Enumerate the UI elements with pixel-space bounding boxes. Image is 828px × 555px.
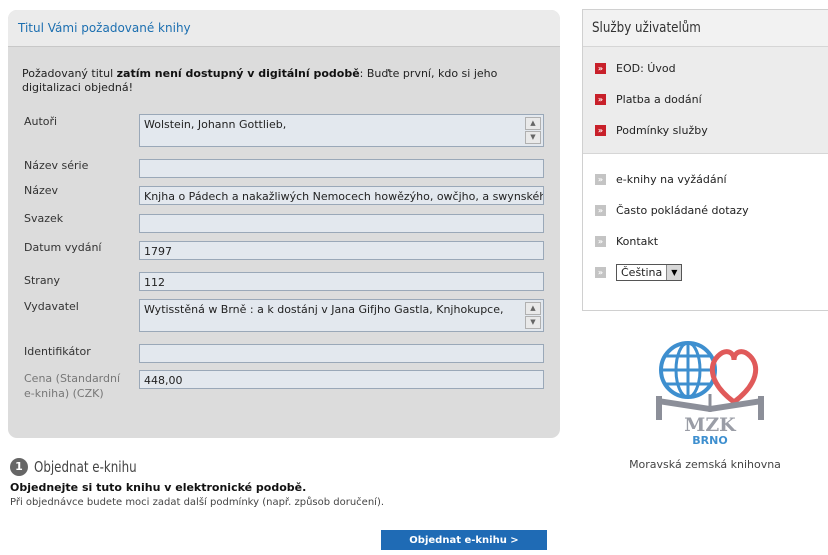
sidebar-item-payment[interactable]: » Platba a dodání xyxy=(583,84,828,115)
sidebar-item-faq[interactable]: » Často pokládané dotazy xyxy=(583,195,828,226)
sidebar-title: Služby uživatelům xyxy=(583,10,828,47)
sidebar-item-ebooks-on-demand[interactable]: » e-knihy na vyžádání xyxy=(583,164,828,195)
price-label: Cena (Standardní e-kniha) (CZK) xyxy=(24,372,121,400)
grey-arrow-icon: » xyxy=(595,174,606,185)
book-detail-panel: Titul Vámi požadované knihy Požadovaný t… xyxy=(8,10,560,438)
scroll-up-icon[interactable]: ▲ xyxy=(525,117,541,130)
notice-bold: zatím není dostupný v digitální podobě xyxy=(116,67,360,80)
sidebar-item-label: EOD: Úvod xyxy=(616,62,676,75)
red-arrow-icon: » xyxy=(595,63,606,74)
sidebar-item-label: Podmínky služby xyxy=(616,124,708,137)
red-arrow-icon: » xyxy=(595,125,606,136)
grey-arrow-icon: » xyxy=(595,267,606,278)
heart-icon xyxy=(709,349,759,406)
grey-arrow-icon: » xyxy=(595,236,606,247)
scroll-down-icon[interactable]: ▼ xyxy=(525,316,541,329)
red-arrow-icon: » xyxy=(595,94,606,105)
volume-field[interactable] xyxy=(139,214,544,233)
sidebar-secondary-group: » e-knihy na vyžádání » Často pokládané … xyxy=(583,154,828,288)
notice-prefix: Požadovaný titul xyxy=(22,67,117,80)
chevron-down-icon[interactable]: ▼ xyxy=(666,265,682,280)
sidebar-item-contact[interactable]: » Kontakt xyxy=(583,226,828,257)
authors-label: Autoři xyxy=(24,115,58,128)
series-field[interactable] xyxy=(139,159,544,178)
authors-value: Wolstein, Johann Gottlieb, xyxy=(144,118,287,131)
sidebar-item-terms[interactable]: » Podmínky služby xyxy=(583,115,828,146)
volume-label: Svazek xyxy=(24,212,64,225)
sidebar-primary-group: » EOD: Úvod » Platba a dodání » Podmínky… xyxy=(583,47,828,154)
date-label: Datum vydání xyxy=(24,241,102,254)
panel-title: Titul Vámi požadované knihy xyxy=(8,10,560,47)
publisher-value: Wytisstěná w Brně : a k dostánj v Jana G… xyxy=(144,303,504,316)
identifier-field[interactable] xyxy=(139,344,544,363)
publisher-scrollbar[interactable]: ▲ ▼ xyxy=(525,302,541,329)
language-selected-value: Čeština xyxy=(621,266,663,279)
sidebar-item-label: Platba a dodání xyxy=(616,93,702,106)
publisher-field[interactable]: Wytisstěná w Brně : a k dostánj v Jana G… xyxy=(139,299,544,332)
publisher-label: Vydavatel xyxy=(24,300,79,313)
identifier-label: Identifikátor xyxy=(24,345,91,358)
user-services-sidebar: Služby uživatelům » EOD: Úvod » Platba a… xyxy=(582,9,828,311)
sidebar-item-label: Často pokládané dotazy xyxy=(616,204,749,217)
mzk-logo: MZK BRNO xyxy=(656,341,764,446)
globe-icon xyxy=(659,341,717,399)
sidebar-item-eod-intro[interactable]: » EOD: Úvod xyxy=(583,53,828,84)
sidebar-item-label: Kontakt xyxy=(616,235,659,248)
availability-notice: Požadovaný titul zatím není dostupný v d… xyxy=(22,67,532,95)
library-name: Moravská zemská knihovna xyxy=(629,458,781,471)
price-field[interactable]: 448,00 xyxy=(139,370,544,389)
order-title: Objednat e-knihu xyxy=(34,458,137,476)
logo-text: MZK xyxy=(684,414,737,436)
title-label: Název xyxy=(24,184,59,197)
pages-label: Strany xyxy=(24,274,61,287)
order-note: Při objednávce budete moci zadat další p… xyxy=(10,497,385,508)
sidebar-item-label: e-knihy na vyžádání xyxy=(616,173,727,186)
language-select[interactable]: Čeština ▼ xyxy=(616,264,683,281)
scroll-down-icon[interactable]: ▼ xyxy=(525,131,541,144)
order-ebook-button[interactable]: Objednat e-knihu > xyxy=(381,530,547,550)
sidebar-title-text: Služby uživatelům xyxy=(592,20,701,36)
order-headline: Objednejte si tuto knihu v elektronické … xyxy=(10,481,307,494)
date-field[interactable]: 1797 xyxy=(139,241,544,260)
scroll-up-icon[interactable]: ▲ xyxy=(525,302,541,315)
series-label: Název série xyxy=(24,159,89,172)
title-field[interactable]: Knjha o Pádech a nakažliwých Nemocech ho… xyxy=(139,186,544,205)
logo-subtext: BRNO xyxy=(692,434,727,446)
pages-field[interactable]: 112 xyxy=(139,272,544,291)
step-number-badge: 1 xyxy=(10,458,28,476)
authors-field[interactable]: Wolstein, Johann Gottlieb, ▲ ▼ xyxy=(139,114,544,147)
grey-arrow-icon: » xyxy=(595,205,606,216)
authors-scrollbar[interactable]: ▲ ▼ xyxy=(525,117,541,144)
sidebar-item-language: » Čeština ▼ xyxy=(583,257,828,288)
